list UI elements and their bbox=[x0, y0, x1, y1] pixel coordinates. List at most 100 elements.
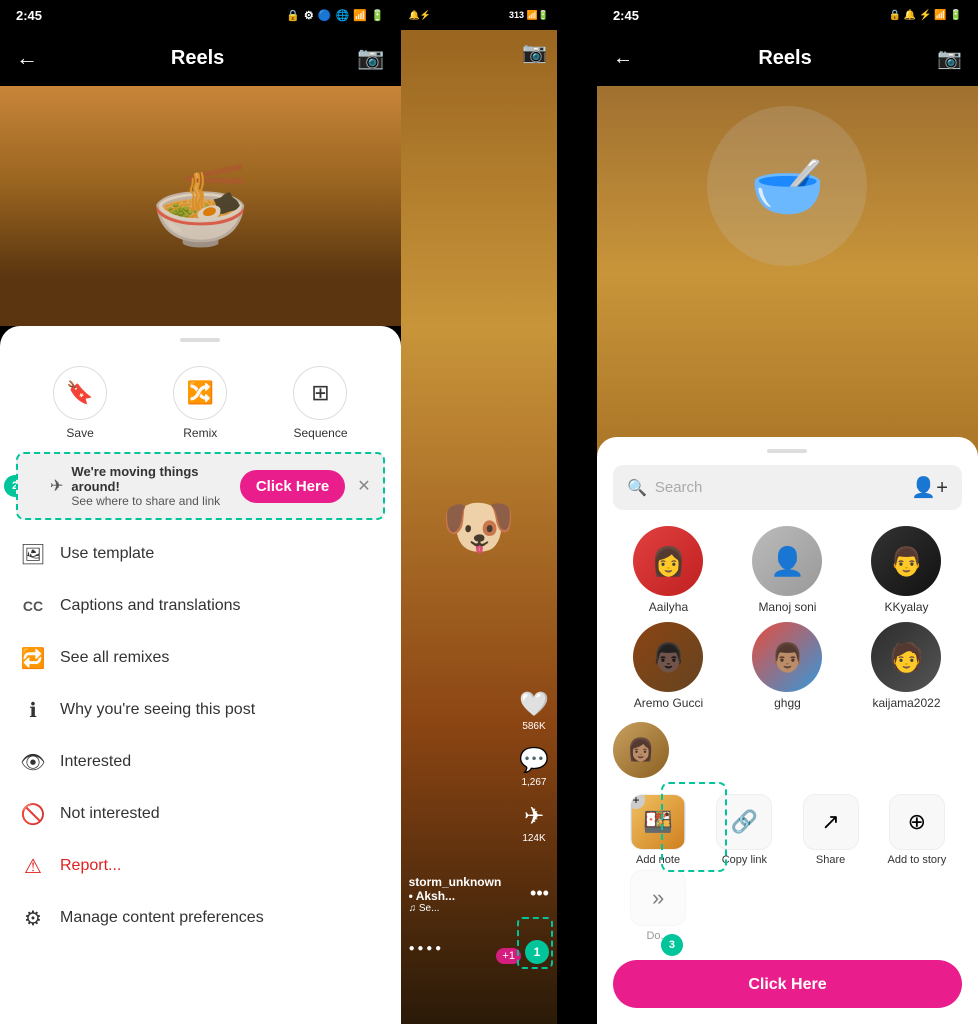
search-placeholder: Search bbox=[655, 479, 904, 496]
click-here-button[interactable]: Click Here bbox=[240, 470, 345, 503]
three-dots-icon[interactable]: ••• bbox=[530, 883, 549, 904]
sequence-action[interactable]: ⊞ Sequence bbox=[293, 366, 347, 440]
remixes-label: See all remixes bbox=[60, 649, 169, 667]
captions-label: Captions and translations bbox=[60, 597, 241, 615]
center-status: 🔔⚡ 313 📶🔋 bbox=[401, 0, 557, 30]
contact-name-aailyha: Aailyha bbox=[649, 600, 688, 614]
contact-avatar-partial: 👩🏽 bbox=[613, 722, 669, 778]
manage-label: Manage content preferences bbox=[60, 909, 264, 927]
more-icon-wrap: » bbox=[630, 870, 686, 926]
notif-text-area: We're moving things around! See where to… bbox=[71, 464, 231, 508]
like-action[interactable]: 🤍 586K bbox=[519, 690, 549, 732]
remixes-icon: 🔁 bbox=[20, 645, 46, 671]
left-phone: 2:45 🔒 ⚙ 🔵 🌐 📶 🔋 ← Reels 📷 🍜 🔖 Save bbox=[0, 0, 401, 1024]
share-add-note[interactable]: 🍱 + Add note bbox=[617, 794, 699, 866]
share-icon: ✈ bbox=[524, 802, 544, 831]
search-bar[interactable]: 🔍 Search 👤+ bbox=[613, 465, 962, 510]
right-camera-icon[interactable]: 📷 bbox=[937, 46, 962, 71]
like-icon: 🤍 bbox=[519, 690, 549, 719]
right-status-icons: 🔒 🔔 ⚡ 📶 🔋 bbox=[889, 10, 962, 21]
menu-item-manage[interactable]: ⚙ Manage content preferences bbox=[0, 892, 401, 944]
contact-avatar-kaijama: 🧑 bbox=[871, 622, 941, 692]
share-icon-wrap: ↗ bbox=[803, 794, 859, 850]
report-label: Report... bbox=[60, 857, 121, 875]
add-note-icon-wrap: 🍱 + bbox=[630, 794, 686, 850]
search-magnifier-icon: 🔍 bbox=[627, 478, 647, 498]
copy-link-label: Copy link bbox=[722, 854, 767, 866]
notification-bar: ✈ We're moving things around! See where … bbox=[16, 452, 385, 520]
contact-name-kaijama: kaijama2022 bbox=[872, 696, 940, 710]
contact-name-ghgg: ghgg bbox=[774, 696, 801, 710]
contact-kaijama[interactable]: 🧑 kaijama2022 bbox=[851, 622, 962, 710]
left-back-icon[interactable]: ← bbox=[16, 45, 38, 71]
add-contact-icon[interactable]: 👤+ bbox=[911, 475, 948, 500]
right-back-icon[interactable]: ← bbox=[613, 47, 633, 70]
notif-title: We're moving things around! bbox=[71, 464, 231, 494]
contact-avatar-ghgg: 👨🏽 bbox=[752, 622, 822, 692]
share-copy-link[interactable]: 🔗 Copy link bbox=[703, 794, 785, 866]
menu-item-not-interested[interactable]: 🚫 Not interested bbox=[0, 788, 401, 840]
comment-action[interactable]: 💬 1,267 bbox=[519, 746, 549, 788]
save-icon: 🔖 bbox=[53, 366, 107, 420]
bottom-indicators: ● ● ● ● bbox=[409, 943, 442, 954]
contact-avatar-aailyha: 👩 bbox=[633, 526, 703, 596]
like-count: 586K bbox=[522, 721, 545, 732]
share-label: Share bbox=[816, 854, 845, 866]
report-icon: ⚠ bbox=[20, 853, 46, 879]
add-story-icon-wrap: ⊕ bbox=[889, 794, 945, 850]
camera-icon[interactable]: 📷 bbox=[522, 40, 547, 65]
contacts-grid: 👩 Aailyha 👤 Manoj soni 👨 KKyalay bbox=[597, 518, 978, 622]
menu-item-report[interactable]: ⚠ Report... bbox=[0, 840, 401, 892]
contact-avatar-manoj: 👤 bbox=[752, 526, 822, 596]
menu-item-interested[interactable]: 👁 Interested bbox=[0, 736, 401, 788]
sequence-icon: ⊞ bbox=[293, 366, 347, 420]
contact-avatar-aremo: 👨🏿 bbox=[633, 622, 703, 692]
share-more[interactable]: » Do... bbox=[617, 870, 699, 942]
save-action[interactable]: 🔖 Save bbox=[53, 366, 107, 440]
right-phone: 2:45 🔒 🔔 ⚡ 📶 🔋 ← Reels 📷 🥣 🔍 Search 👤+ 👩… bbox=[597, 0, 978, 1024]
use-template-icon: 🖼 bbox=[20, 541, 46, 567]
notif-subtitle: See where to share and link bbox=[71, 494, 231, 508]
not-interested-label: Not interested bbox=[60, 805, 160, 823]
more-actions: ••• bbox=[530, 883, 549, 904]
contact-partial[interactable]: 👩🏽 bbox=[613, 722, 669, 778]
left-camera-icon[interactable]: 📷 bbox=[357, 45, 384, 71]
remix-action[interactable]: 🔀 Remix bbox=[173, 366, 227, 440]
menu-item-remixes[interactable]: 🔁 See all remixes bbox=[0, 632, 401, 684]
contact-manoj[interactable]: 👤 Manoj soni bbox=[732, 526, 843, 614]
menu-item-why-seeing[interactable]: ℹ Why you're seeing this post bbox=[0, 684, 401, 736]
contact-name-manoj: Manoj soni bbox=[758, 600, 816, 614]
left-bottom-sheet: 🔖 Save 🔀 Remix ⊞ Sequence 2 ✈ We're movi… bbox=[0, 326, 401, 1024]
share-share[interactable]: ↗ Share bbox=[789, 794, 871, 866]
share-count: 124K bbox=[522, 833, 545, 844]
reel-info: storm_unknown • Aksh... ♫ Se... bbox=[409, 875, 507, 914]
contact-aailyha[interactable]: 👩 Aailyha bbox=[613, 526, 724, 614]
add-note-label: Add note bbox=[636, 854, 680, 866]
contact-name-aremo: Aremo Gucci bbox=[634, 696, 703, 710]
nav-share-icon: ✈ bbox=[50, 476, 63, 496]
share-add-story[interactable]: ⊕ Add to story bbox=[876, 794, 958, 866]
share-sheet: 🔍 Search 👤+ 👩 Aailyha 👤 Manoj soni 👨 KKy… bbox=[597, 437, 978, 1024]
sheet-actions-row: 🔖 Save 🔀 Remix ⊞ Sequence bbox=[0, 350, 401, 448]
copy-link-icon-wrap: 🔗 bbox=[716, 794, 772, 850]
contacts-grid-row2: 👨🏿 Aremo Gucci 👨🏽 ghgg 🧑 kaijama2022 bbox=[597, 614, 978, 718]
share-action[interactable]: ✈ 124K bbox=[522, 802, 545, 844]
right-sheet-handle bbox=[767, 449, 807, 453]
save-label: Save bbox=[66, 426, 93, 440]
left-status-icons: 🔒 ⚙ 🔵 🌐 📶 🔋 bbox=[286, 9, 384, 22]
right-header-title: Reels bbox=[758, 47, 811, 70]
share-actions-container: 3 🍱 + Add note 🔗 Copy link ↗ bbox=[607, 786, 968, 950]
right-click-here-button[interactable]: Click Here bbox=[712, 964, 862, 1006]
manage-icon: ⚙ bbox=[20, 905, 46, 931]
notif-close-icon[interactable]: ✕ bbox=[357, 476, 370, 496]
contact-aremo[interactable]: 👨🏿 Aremo Gucci bbox=[613, 622, 724, 710]
contact-kkyalay[interactable]: 👨 KKyalay bbox=[851, 526, 962, 614]
right-status-bar: 2:45 🔒 🔔 ⚡ 📶 🔋 bbox=[597, 0, 978, 30]
sheet-handle bbox=[180, 338, 220, 342]
menu-item-captions[interactable]: CC Captions and translations bbox=[0, 580, 401, 632]
contact-ghgg[interactable]: 👨🏽 ghgg bbox=[732, 622, 843, 710]
contact-avatar-kkyalay: 👨 bbox=[871, 526, 941, 596]
menu-item-use-template[interactable]: 🖼 Use template bbox=[0, 528, 401, 580]
contact-name-kkyalay: KKyalay bbox=[884, 600, 928, 614]
comment-count: 1,267 bbox=[521, 777, 546, 788]
